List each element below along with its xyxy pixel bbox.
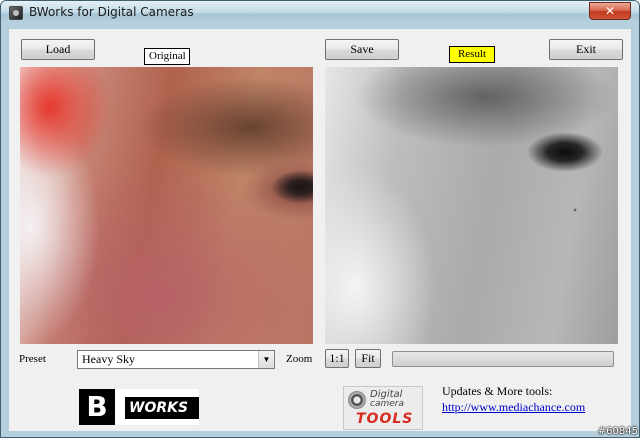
original-label: Original (144, 48, 190, 65)
save-button[interactable]: Save (325, 39, 399, 60)
app-window: BWorks for Digital Cameras ✕ Load Origin… (0, 0, 640, 438)
bworks-logo-b: B (79, 389, 115, 425)
updates-text: Updates & More tools: (442, 384, 553, 398)
original-image[interactable] (20, 67, 313, 344)
zoom-fit-button[interactable]: Fit (355, 349, 381, 368)
app-icon (9, 6, 23, 20)
watermark: #60845 (597, 426, 638, 437)
mediachance-link[interactable]: http://www.mediachance.com (442, 400, 585, 415)
digital-camera-tools-logo[interactable]: Digital camera TOOLS (343, 386, 423, 430)
progress-bar (392, 351, 614, 367)
zoom-1to1-button[interactable]: 1:1 (325, 349, 349, 368)
bworks-logo-word: WORKS (125, 397, 199, 419)
title-bar[interactable]: BWorks for Digital Cameras ✕ (1, 1, 639, 25)
result-label: Result (449, 46, 495, 63)
zoom-label: Zoom (286, 353, 313, 365)
preset-select[interactable]: Heavy Sky ▼ (77, 350, 275, 369)
preset-value: Heavy Sky (82, 352, 135, 366)
dct-logo-line2: camera (370, 399, 404, 409)
close-icon: ✕ (604, 4, 616, 18)
load-button[interactable]: Load (21, 39, 95, 60)
close-button[interactable]: ✕ (589, 2, 631, 20)
result-image[interactable] (325, 67, 618, 344)
client-area: Load Original Save Result Exit Preset He… (9, 29, 631, 431)
window-title: BWorks for Digital Cameras (29, 5, 194, 19)
bworks-logo: B WORKS (79, 389, 199, 425)
dct-logo-tools: TOOLS (356, 411, 414, 427)
film-reel-icon (348, 391, 366, 409)
preset-label: Preset (19, 353, 46, 365)
chevron-down-icon[interactable]: ▼ (258, 351, 274, 368)
exit-button[interactable]: Exit (549, 39, 623, 60)
